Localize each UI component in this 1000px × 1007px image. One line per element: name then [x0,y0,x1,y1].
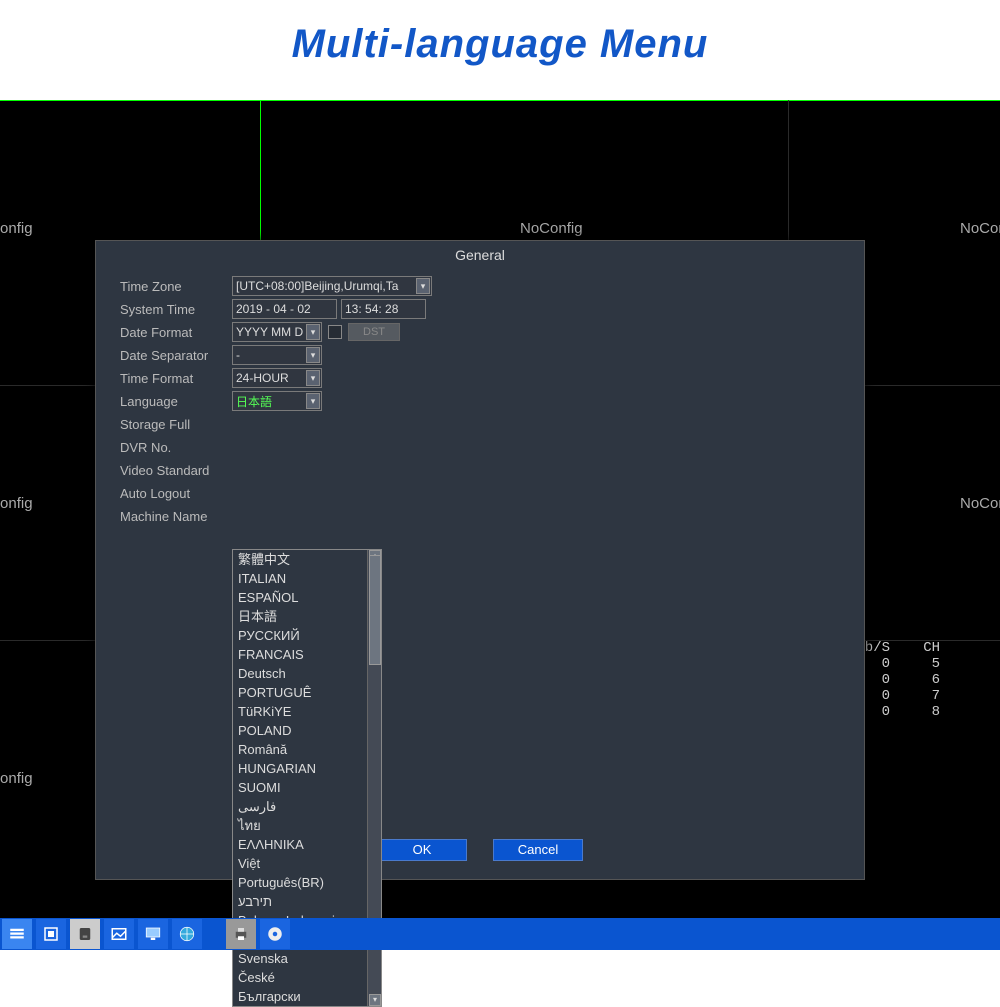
chevron-down-icon: ▾ [306,370,320,386]
label-date-separator: Date Separator [120,348,232,363]
stats-row: 06 [850,672,1000,688]
surveillance-area: Store No: 412157 Kb/S CH 05060708 Genera… [0,100,1000,950]
dialog-title: General [96,241,864,269]
language-option[interactable]: فارسی [233,797,381,816]
disc-icon[interactable] [260,919,290,949]
language-option[interactable]: ITALIAN [233,569,381,588]
noconfig-label: NoConfig [520,220,583,237]
language-option[interactable]: PORTUGUÊ [233,683,381,702]
noconfig-label: NoConfig [0,495,33,512]
language-option[interactable]: České [233,968,381,987]
picture-icon[interactable] [104,919,134,949]
language-option[interactable]: ESPAÑOL [233,588,381,607]
label-time-format: Time Format [120,371,232,386]
noconfig-label: NoConfig [960,220,1000,237]
dst-button[interactable]: DST [348,323,400,341]
noconfig-label: NoConfig [0,770,33,787]
chevron-down-icon: ▾ [416,278,430,294]
system-time-input[interactable]: 13: 54: 28 [341,299,426,319]
printer-icon[interactable] [226,919,256,949]
language-option[interactable]: תירבע [233,892,381,911]
label-time-zone: Time Zone [120,279,232,294]
bitrate-stats: Kb/S CH 05060708 [850,640,1000,720]
monitor-icon[interactable] [138,919,168,949]
general-settings-dialog: General Time Zone [UTC+08:00]Beijing,Uru… [95,240,865,880]
scroll-thumb[interactable] [369,555,381,665]
stats-row: 07 [850,688,1000,704]
language-option[interactable]: FRANCAIS [233,645,381,664]
stats-header-ch: CH [900,640,950,656]
page-banner: Multi-language Menu [0,0,1000,95]
chevron-down-icon: ▾ [306,324,320,340]
label-date-format: Date Format [120,325,232,340]
language-option[interactable]: Български [233,987,381,1006]
language-option[interactable]: Deutsch [233,664,381,683]
stats-row: 05 [850,656,1000,672]
cancel-button[interactable]: Cancel [493,839,583,861]
time-zone-select[interactable]: [UTC+08:00]Beijing,Urumqi,Ta ▾ [232,276,432,296]
language-option[interactable]: Svenska [233,949,381,968]
label-storage-full: Storage Full [120,417,232,432]
label-video-standard: Video Standard [120,463,232,478]
label-dvr-no: DVR No. [120,440,232,455]
language-option[interactable]: 日本語 [233,607,381,626]
language-option[interactable]: Română [233,740,381,759]
globe-icon[interactable] [172,919,202,949]
chevron-down-icon: ▾ [306,347,320,363]
language-option[interactable]: ไทย [233,816,381,835]
scroll-down-icon[interactable]: ▾ [369,994,381,1006]
language-option[interactable]: POLAND [233,721,381,740]
language-option[interactable]: SUOMI [233,778,381,797]
noconfig-label: NoConfig [960,495,1000,512]
chevron-down-icon: ▾ [306,393,320,409]
language-option[interactable]: Português(BR) [233,873,381,892]
ok-button[interactable]: OK [377,839,467,861]
label-language: Language [120,394,232,409]
stats-row: 08 [850,704,1000,720]
date-format-select[interactable]: YYYY MM D ▾ [232,322,322,342]
label-auto-logout: Auto Logout [120,486,232,501]
label-system-time: System Time [120,302,232,317]
fullscreen-icon[interactable] [36,919,66,949]
time-format-select[interactable]: 24-HOUR ▾ [232,368,322,388]
label-machine-name: Machine Name [120,509,232,524]
system-date-input[interactable]: 2019 - 04 - 02 [232,299,337,319]
language-option[interactable]: ΕΛΛΗΝΙΚΑ [233,835,381,854]
start-menu-icon[interactable] [2,919,32,949]
language-option[interactable]: 繁體中文 [233,550,381,569]
language-option[interactable]: HUNGARIAN [233,759,381,778]
drive-icon[interactable] [70,919,100,949]
date-separator-select[interactable]: - ▾ [232,345,322,365]
taskbar [0,918,1000,950]
language-option[interactable]: TüRKiYE [233,702,381,721]
language-option[interactable]: РУССКИЙ [233,626,381,645]
language-select[interactable]: 日本語 ▾ [232,391,322,411]
noconfig-label: NoConfig [0,220,33,237]
language-option[interactable]: Việt [233,854,381,873]
dst-checkbox[interactable] [328,325,342,339]
